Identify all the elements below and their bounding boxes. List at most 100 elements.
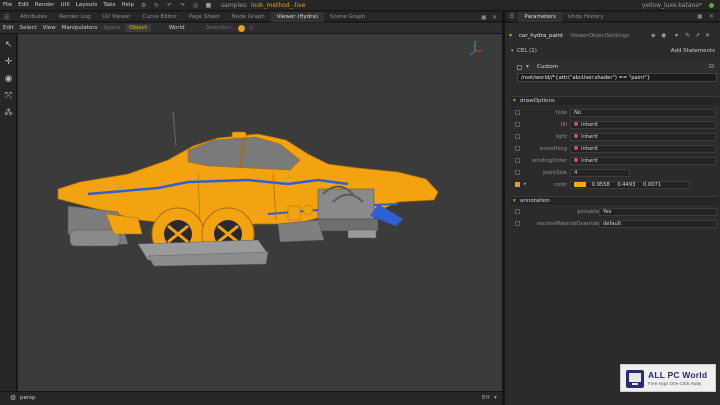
redo-icon[interactable]: ↷: [179, 2, 186, 9]
right-pane-options-icon[interactable]: ☰: [509, 13, 514, 20]
tab-curve-editor[interactable]: Curve Editor: [137, 12, 183, 22]
node-view-icon[interactable]: ◉: [661, 32, 666, 39]
menu-tabs[interactable]: Tabs: [100, 2, 118, 8]
custom-remove-icon[interactable]: ⊟: [709, 63, 714, 70]
pane-options-icon[interactable]: ☰: [4, 14, 9, 21]
stop-icon[interactable]: ■: [205, 2, 212, 9]
tab-render-log[interactable]: Render Log: [53, 12, 96, 22]
param-hide-checkbox[interactable]: [515, 110, 520, 115]
cel-custom-row[interactable]: ▾ Custom ⊟: [515, 63, 717, 72]
param-resolve-material-value[interactable]: default: [599, 220, 717, 228]
param-row-pickable: pickable Yes: [515, 207, 717, 217]
add-statements-button[interactable]: Add Statements: [671, 48, 715, 54]
rotate-tool-icon[interactable]: ◉: [3, 74, 14, 85]
node-lock-icon[interactable]: ✎: [685, 32, 690, 39]
node-pin-icon[interactable]: ↗: [695, 32, 700, 39]
param-color-checkbox[interactable]: [515, 182, 520, 187]
param-smoothing-label: smoothing: [539, 146, 567, 152]
cel-expand-icon[interactable]: ▾: [511, 48, 514, 54]
color-swatch[interactable]: [574, 182, 586, 187]
param-smoothing-checkbox[interactable]: [515, 146, 520, 151]
annotation-expand-icon[interactable]: ▾: [513, 198, 516, 204]
pointer-icon[interactable]: ☝: [249, 24, 253, 32]
param-light-checkbox[interactable]: [515, 134, 520, 139]
param-pickable-value[interactable]: Yes: [599, 208, 717, 216]
inherit-dot-icon: [574, 158, 578, 162]
viewport[interactable]: [18, 34, 502, 391]
camera-icon[interactable]: ⚙: [10, 394, 16, 402]
tab-scene-graph[interactable]: Scene Graph: [324, 12, 371, 22]
refresh-icon[interactable]: ↻: [153, 2, 160, 9]
param-winding-order-checkbox[interactable]: [515, 158, 520, 163]
param-point-size-checkbox[interactable]: [515, 170, 520, 175]
custom-label: Custom: [537, 64, 559, 70]
param-light-value[interactable]: inherit: [570, 133, 716, 141]
menu-edit[interactable]: Edit: [15, 2, 32, 8]
capture-icon[interactable]: ◎: [192, 2, 199, 9]
scale-tool-icon[interactable]: ⤧: [3, 91, 14, 102]
cel-label[interactable]: CEL (1): [517, 48, 537, 54]
menu-file[interactable]: File: [0, 2, 15, 8]
selection-mode-icon[interactable]: [237, 24, 245, 32]
viewer-menu-view[interactable]: View: [40, 25, 59, 31]
param-fill-label: fill: [560, 122, 567, 128]
tab-uv-viewer[interactable]: UV Viewer: [96, 12, 136, 22]
menu-util[interactable]: Util: [57, 2, 72, 8]
color-expand-icon[interactable]: ▸: [524, 181, 527, 187]
viewer-menu-manipulators[interactable]: Manipulators: [59, 25, 101, 31]
menu-render[interactable]: Render: [32, 2, 58, 8]
tab-node-graph[interactable]: Node Graph: [226, 12, 271, 22]
param-row-color: ▸ color 0.9558 0.4493 0.0071: [515, 180, 717, 190]
node-close-icon[interactable]: ✕: [705, 32, 710, 39]
selection-label: Selection:: [205, 25, 233, 31]
param-color-value[interactable]: 0.9558 0.4493 0.0071: [570, 181, 690, 189]
maximize-icon[interactable]: ▣: [481, 14, 487, 21]
camera-label[interactable]: persp: [20, 395, 36, 401]
right-maximize-icon[interactable]: ▣: [697, 13, 703, 20]
status-dot-icon: [709, 3, 714, 8]
node-name[interactable]: car_hydra_paint: [519, 33, 563, 39]
node-expand-icon[interactable]: ▾: [509, 32, 512, 39]
section-annotation[interactable]: ▾ annotation: [511, 196, 719, 205]
param-point-size-value[interactable]: 4: [570, 169, 630, 177]
transform-tool-icon[interactable]: ⁂: [3, 108, 14, 119]
param-smoothing-value[interactable]: inherit: [570, 145, 716, 153]
undo-icon[interactable]: ↶: [166, 2, 173, 9]
draw-options-expand-icon[interactable]: ▾: [513, 98, 516, 104]
translate-tool-icon[interactable]: ✛: [3, 57, 14, 68]
viewer-menu-select[interactable]: Select: [17, 25, 40, 31]
tab-viewer-hydra[interactable]: Viewer (Hydra): [270, 11, 325, 22]
custom-checkbox[interactable]: [517, 65, 522, 70]
viewer-tab-bar: ☰ Attributes Render Log UV Viewer Curve …: [0, 11, 502, 22]
param-fill-value[interactable]: inherit: [570, 121, 716, 129]
cel-expression-field[interactable]: /root/world//*{attr("abcUser.shader") ==…: [517, 73, 717, 82]
status-eh-label[interactable]: EH: [482, 395, 490, 401]
viewer-menu-edit[interactable]: Edit: [0, 25, 17, 31]
param-row-fill: fill inherit: [515, 120, 717, 130]
select-tool-icon[interactable]: ↖: [3, 40, 14, 51]
right-close-icon[interactable]: ✕: [709, 13, 714, 20]
render-icon[interactable]: ⚙: [140, 2, 147, 9]
menu-layouts[interactable]: Layouts: [73, 2, 101, 8]
tab-attributes[interactable]: Attributes: [14, 12, 53, 22]
node-edit-icon[interactable]: ◈: [651, 32, 656, 39]
space-object-button[interactable]: Object: [124, 24, 151, 32]
param-fill-checkbox[interactable]: [515, 122, 520, 127]
node-menu-icon[interactable]: ▾: [675, 32, 678, 39]
tab-undo-history[interactable]: Undo History: [562, 12, 610, 22]
tab-parameters[interactable]: Parameters: [518, 11, 562, 22]
param-winding-order-value[interactable]: inherit: [570, 157, 716, 165]
section-draw-options[interactable]: ▾ drawOptions: [511, 96, 719, 105]
view-options-icon[interactable]: ▾: [494, 395, 497, 401]
param-resolve-material-checkbox[interactable]: [515, 221, 520, 226]
watermark-subtitle: Free Apps One Click Away: [648, 381, 702, 386]
space-label: Space:: [103, 25, 122, 31]
menu-help[interactable]: Help: [118, 2, 137, 8]
close-icon[interactable]: ✕: [492, 14, 497, 21]
param-pickable-checkbox[interactable]: [515, 209, 520, 214]
manipulator-toolbar: ↖ ✛ ◉ ⤧ ⁂: [0, 34, 17, 391]
custom-expand-icon[interactable]: ▾: [526, 63, 529, 70]
param-hide-value[interactable]: No: [570, 109, 716, 117]
tab-page-sheet[interactable]: Page Sheet: [183, 12, 226, 22]
space-world-button[interactable]: World: [165, 24, 189, 32]
